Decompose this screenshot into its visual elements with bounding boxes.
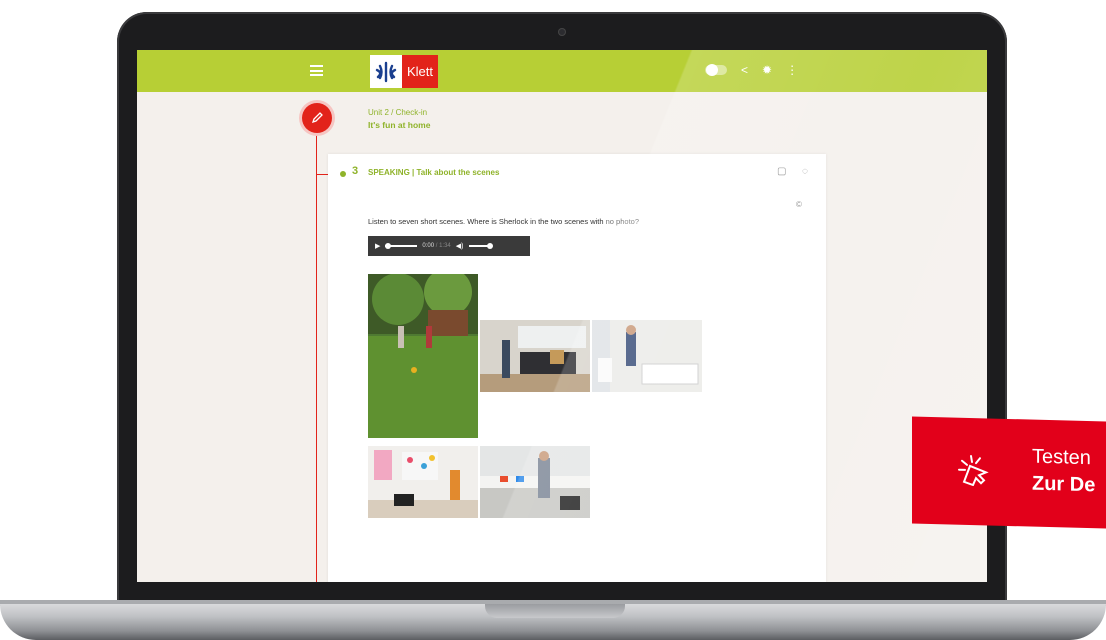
volume-slider[interactable] bbox=[468, 242, 493, 249]
klett-logo-text: Klett bbox=[402, 55, 438, 88]
collapse-icon[interactable]: ◌ bbox=[802, 166, 808, 177]
audio-duration: 1:34 bbox=[439, 243, 451, 249]
breadcrumb[interactable]: Unit 2 / Check-in bbox=[368, 108, 427, 117]
gear-icon[interactable]: ✹ bbox=[762, 64, 772, 76]
more-vertical-icon[interactable]: ⋮ bbox=[786, 64, 798, 76]
audio-seek-bar[interactable] bbox=[385, 242, 418, 249]
pencil-icon bbox=[311, 112, 323, 124]
audio-player: ▶ 0:00 / 1:34 ◀) bbox=[368, 236, 530, 256]
view-toggle[interactable] bbox=[705, 64, 727, 76]
share-icon[interactable]: < bbox=[741, 64, 748, 76]
instruction-text: Listen to seven short scenes. Where is S… bbox=[368, 217, 604, 226]
exercise-status-dot bbox=[340, 171, 346, 177]
app-screen: Klett < ✹ ⋮ Unit 2 / Check-in It's fun a… bbox=[137, 50, 987, 582]
photo-kids-room-scene[interactable] bbox=[368, 446, 478, 518]
promo-line1: Testen bbox=[1032, 445, 1091, 470]
notes-icon[interactable]: ▢ bbox=[777, 166, 786, 177]
volume-icon[interactable]: ◀) bbox=[456, 242, 464, 250]
photo-kitchen-scene[interactable] bbox=[480, 446, 590, 518]
photo-bathroom-scene[interactable] bbox=[592, 320, 702, 392]
photo-living-room-scene[interactable] bbox=[480, 320, 590, 392]
exercise-card: 3 SPEAKING | Talk about the scenes ▢ ◌ ©… bbox=[328, 154, 826, 582]
app-header: Klett < ✹ ⋮ bbox=[137, 50, 987, 92]
header-toolbar: < ✹ ⋮ bbox=[705, 64, 798, 76]
copyright-icon[interactable]: © bbox=[796, 200, 802, 209]
audio-current-time: 0:00 bbox=[422, 243, 435, 249]
unit-badge[interactable] bbox=[302, 103, 332, 133]
webcam bbox=[558, 28, 566, 36]
photo-garden-scene[interactable] bbox=[368, 274, 478, 438]
promo-banner[interactable]: Testen Zur De bbox=[912, 416, 1106, 529]
klett-logo-mark bbox=[370, 55, 402, 88]
audio-time: 0:00 / 1:34 bbox=[422, 243, 450, 249]
laptop-notch bbox=[485, 604, 625, 618]
play-icon[interactable]: ▶ bbox=[375, 242, 380, 250]
timeline-branch bbox=[316, 174, 328, 175]
menu-icon[interactable] bbox=[310, 65, 323, 76]
timeline-line bbox=[316, 120, 317, 582]
audio-time-separator: / bbox=[435, 243, 438, 249]
exercise-title[interactable]: SPEAKING | Talk about the scenes bbox=[368, 168, 499, 177]
cursor-click-icon bbox=[958, 455, 989, 487]
exercise-instruction: Listen to seven short scenes. Where is S… bbox=[368, 217, 639, 226]
unit-title: It's fun at home bbox=[368, 120, 431, 130]
exercise-number: 3 bbox=[352, 165, 359, 177]
klett-logo[interactable]: Klett bbox=[370, 55, 438, 88]
promo-line2: Zur De bbox=[1032, 472, 1096, 497]
instruction-muted-text: no photo? bbox=[605, 217, 639, 226]
